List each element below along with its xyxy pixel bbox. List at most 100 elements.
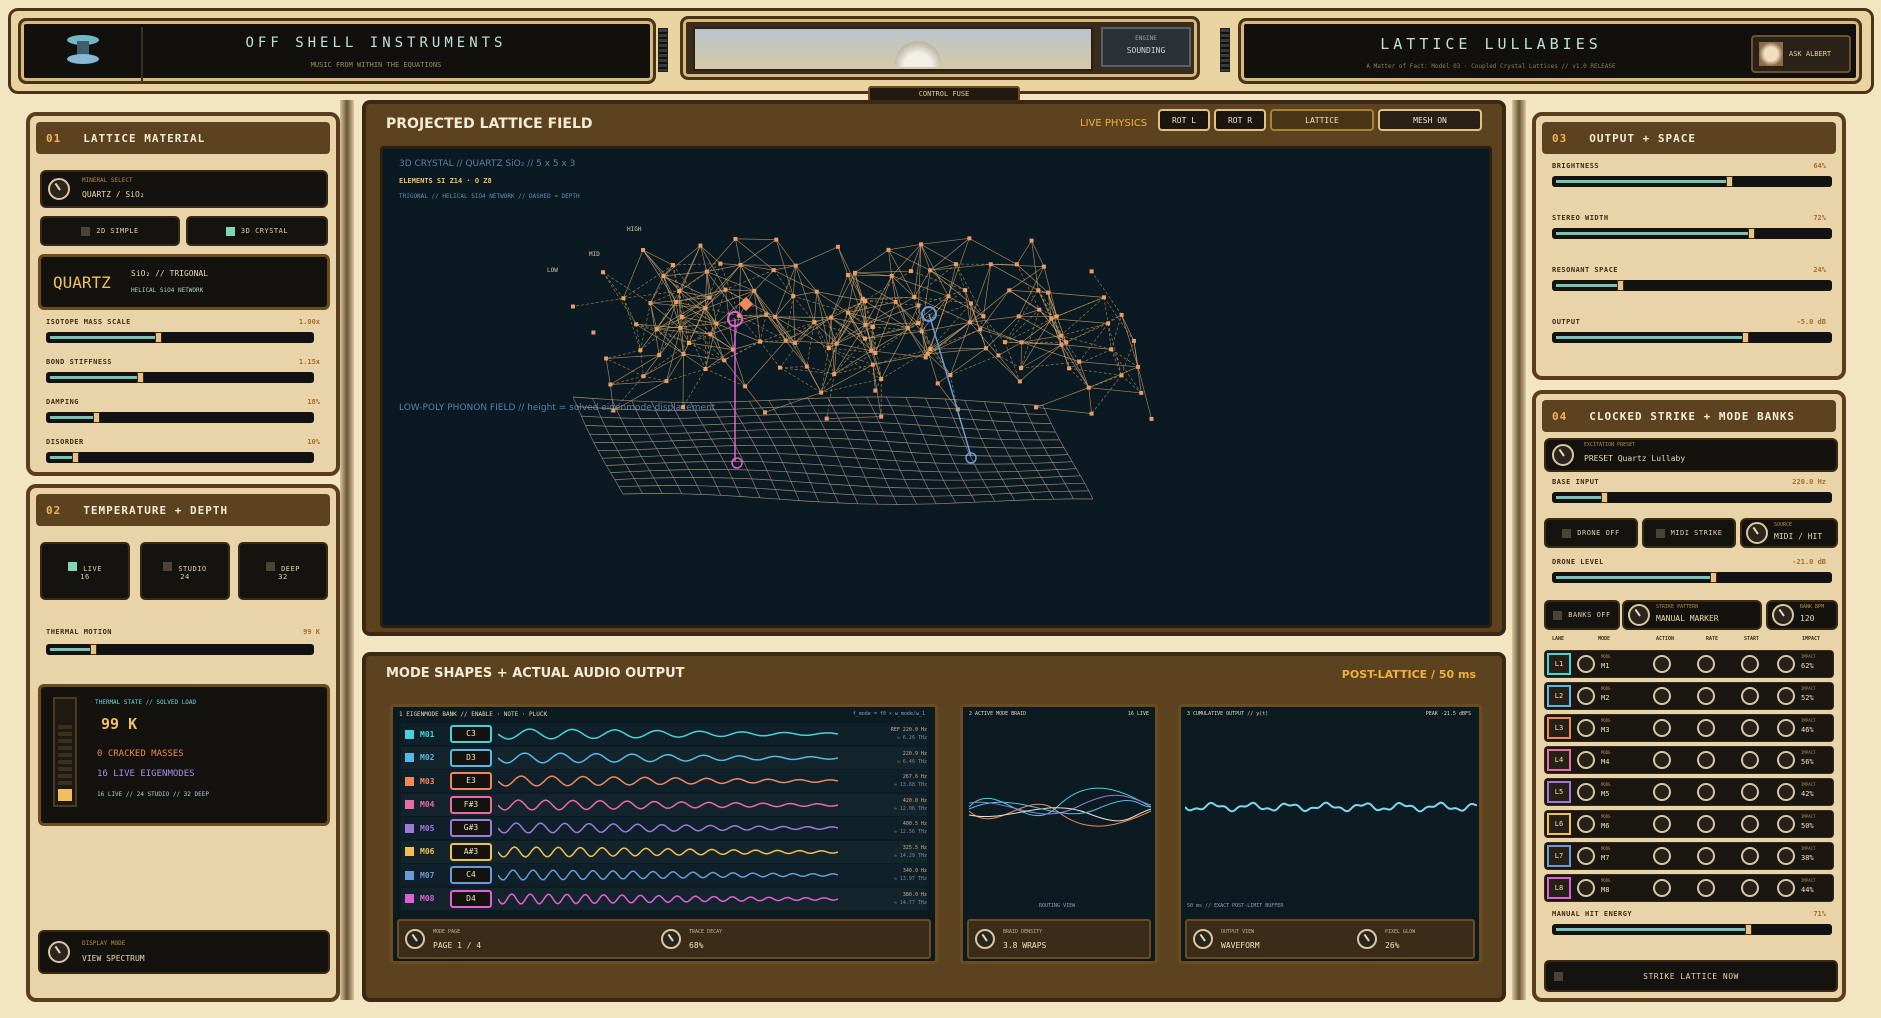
source-select[interactable]: SOURCE MIDI / HIT (1740, 518, 1838, 548)
mode-row[interactable]: M01 C3 REF 220.0 Hz ≈ 6.26 THz (401, 723, 927, 745)
lane-knob[interactable] (1697, 879, 1715, 897)
mode-enable-checkbox[interactable] (405, 777, 414, 786)
lane-knob[interactable] (1697, 687, 1715, 705)
strike-lattice-button[interactable]: STRIKE LATTICE NOW (1544, 960, 1838, 992)
mode-enable-checkbox[interactable] (405, 800, 414, 809)
lane-knob[interactable] (1653, 783, 1671, 801)
lane-knob[interactable] (1741, 783, 1759, 801)
mode-row[interactable]: M04 F#3 420.0 Hz ≈ 12.06 THz (401, 794, 927, 816)
lane-mode-knob[interactable] (1577, 687, 1595, 705)
lane-knob[interactable] (1741, 687, 1759, 705)
thermal-slider[interactable] (46, 644, 314, 655)
braid-density-knob[interactable] (975, 929, 995, 949)
hit-energy-slider[interactable] (1552, 924, 1832, 935)
lane-tag[interactable]: L8 (1547, 877, 1571, 899)
midi-strike-button[interactable]: MIDI STRIKE (1642, 518, 1736, 548)
strike-lane[interactable]: L2 MODE M2 IMPACT 52% (1544, 682, 1834, 710)
lane-knob[interactable] (1653, 751, 1671, 769)
preset-deep-button[interactable]: DEEP 32 (238, 542, 328, 600)
lane-mode-knob[interactable] (1577, 751, 1595, 769)
excitation-preset-select[interactable]: EXCITATION PRESET PRESET Quartz Lullaby (1544, 438, 1838, 472)
strike-pattern-select[interactable]: STRIKE PATTERN MANUAL MARKER (1622, 600, 1762, 630)
mode-row[interactable]: M06 A#3 325.5 Hz ≈ 14.29 THz (401, 841, 927, 863)
preset-studio-button[interactable]: STUDIO 24 (140, 542, 230, 600)
mode-row[interactable]: M02 D3 220.9 Hz ≈ 6.46 THz (401, 747, 927, 769)
strike-lane[interactable]: L3 MODE M3 IMPACT 46% (1544, 714, 1834, 742)
lattice-slider[interactable] (46, 372, 314, 383)
mode-note-select[interactable]: A#3 (450, 843, 492, 861)
mode-note-select[interactable]: C3 (450, 725, 492, 743)
lane-knob[interactable] (1741, 879, 1759, 897)
mode-2d-button[interactable]: 2D SIMPLE (40, 216, 180, 246)
strike-lane[interactable]: L8 MODE M8 IMPACT 44% (1544, 874, 1834, 902)
lane-impact-knob[interactable] (1777, 815, 1795, 833)
rotate-right-button[interactable]: ROT R (1214, 109, 1266, 131)
strike-lane[interactable]: L5 MODE M5 IMPACT 42% (1544, 778, 1834, 806)
lane-mode-knob[interactable] (1577, 655, 1595, 673)
mode-page-knob[interactable] (405, 929, 425, 949)
mode-note-select[interactable]: G#3 (450, 819, 492, 837)
rotate-left-button[interactable]: ROT L (1158, 109, 1210, 131)
lane-knob[interactable] (1653, 815, 1671, 833)
lane-knob[interactable] (1741, 655, 1759, 673)
lane-knob[interactable] (1653, 687, 1671, 705)
mode-note-select[interactable]: C4 (450, 866, 492, 884)
banks-off-button[interactable]: BANKS OFF (1544, 600, 1620, 630)
mode-enable-checkbox[interactable] (405, 847, 414, 856)
lane-knob[interactable] (1697, 751, 1715, 769)
lane-knob[interactable] (1697, 847, 1715, 865)
lane-tag[interactable]: L6 (1547, 813, 1571, 835)
mineral-select[interactable]: MINERAL SELECT QUARTZ / SiO₂ (40, 170, 328, 208)
lane-knob[interactable] (1653, 879, 1671, 897)
lane-knob[interactable] (1653, 847, 1671, 865)
lane-mode-knob[interactable] (1577, 847, 1595, 865)
mode-enable-checkbox[interactable] (405, 730, 414, 739)
mode-enable-checkbox[interactable] (405, 753, 414, 762)
mode-note-select[interactable]: D3 (450, 749, 492, 767)
lane-impact-knob[interactable] (1777, 655, 1795, 673)
bpm-knob[interactable] (1772, 604, 1794, 626)
lane-knob[interactable] (1697, 655, 1715, 673)
bank-bpm-select[interactable]: BANK BPM 120 (1766, 600, 1838, 630)
lane-impact-knob[interactable] (1777, 847, 1795, 865)
mode-3d-button[interactable]: 3D CRYSTAL (186, 216, 328, 246)
lane-impact-knob[interactable] (1777, 879, 1795, 897)
preset-knob[interactable] (1552, 444, 1574, 466)
strike-lane[interactable]: L6 MODE M6 IMPACT 50% (1544, 810, 1834, 838)
lane-tag[interactable]: L5 (1547, 781, 1571, 803)
lane-knob[interactable] (1741, 719, 1759, 737)
lattice-slider[interactable] (46, 452, 314, 463)
lane-knob[interactable] (1653, 655, 1671, 673)
output-slider[interactable] (1552, 228, 1832, 239)
mode-row[interactable]: M03 E3 267.6 Hz ≈ 13.68 THz (401, 770, 927, 792)
drone-off-button[interactable]: DRONE OFF (1544, 518, 1638, 548)
lane-knob[interactable] (1697, 815, 1715, 833)
source-knob[interactable] (1746, 522, 1768, 544)
drone-level-slider[interactable] (1552, 572, 1832, 583)
strike-lane[interactable]: L4 MODE M4 IMPACT 56% (1544, 746, 1834, 774)
lane-impact-knob[interactable] (1777, 719, 1795, 737)
lane-mode-knob[interactable] (1577, 879, 1595, 897)
mode-note-select[interactable]: E3 (450, 772, 492, 790)
lane-impact-knob[interactable] (1777, 687, 1795, 705)
mode-note-select[interactable]: F#3 (450, 796, 492, 814)
lane-mode-knob[interactable] (1577, 783, 1595, 801)
lane-knob[interactable] (1697, 719, 1715, 737)
lane-knob[interactable] (1741, 751, 1759, 769)
trace-decay-knob[interactable] (661, 929, 681, 949)
pattern-knob[interactable] (1628, 604, 1650, 626)
lattice-viewport[interactable]: 3D CRYSTAL // QUARTZ SiO₂ // 5 x 5 x 3 E… (380, 146, 1492, 628)
lattice-slider[interactable] (46, 332, 314, 343)
output-slider[interactable] (1552, 280, 1832, 291)
display-mode-knob[interactable] (48, 941, 70, 963)
mode-row[interactable]: M07 C4 340.0 Hz ≈ 13.97 THz (401, 864, 927, 886)
mode-enable-checkbox[interactable] (405, 871, 414, 880)
lane-tag[interactable]: L4 (1547, 749, 1571, 771)
mesh-toggle-button[interactable]: MESH ON (1378, 109, 1482, 131)
lane-tag[interactable]: L3 (1547, 717, 1571, 739)
base-input-slider[interactable] (1552, 492, 1832, 503)
output-slider[interactable] (1552, 176, 1832, 187)
strike-lane[interactable]: L1 MODE M1 IMPACT 62% (1544, 650, 1834, 678)
lane-impact-knob[interactable] (1777, 751, 1795, 769)
mode-row[interactable]: M08 D4 380.0 Hz ≈ 14.77 THz (401, 888, 927, 910)
